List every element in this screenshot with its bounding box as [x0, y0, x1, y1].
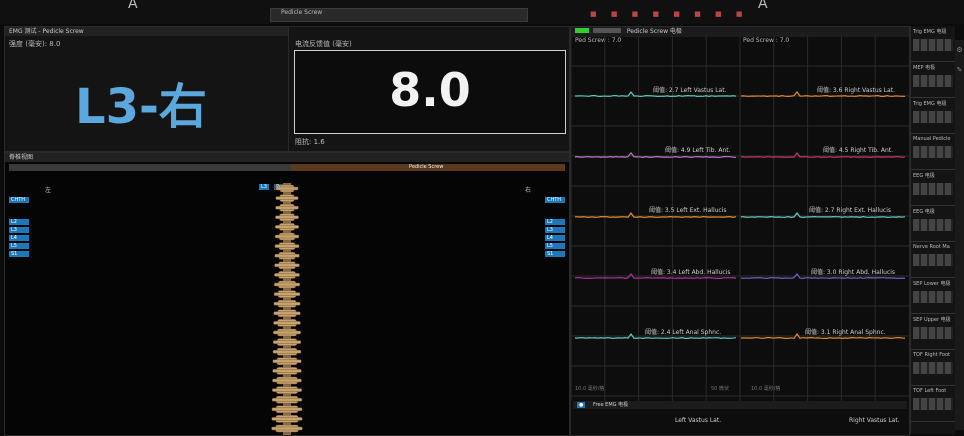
- free-left-label: Left Vastus Lat.: [675, 417, 721, 424]
- right-level-button[interactable]: L3: [545, 227, 565, 233]
- side-item-label: MEP 电极: [913, 64, 953, 71]
- side-item-label: Trig EMG 电极: [913, 28, 953, 35]
- emg-panel: EMG 测试 - Pedicle Screw 强度 (毫安): 8.0 L3-右: [4, 26, 290, 152]
- side-item-label: Trig EMG 电极: [913, 100, 953, 107]
- side-item[interactable]: Manual Pedicle: [911, 134, 955, 170]
- status-icon: [575, 28, 589, 33]
- spine-subbar: Pedicle Screw: [9, 164, 565, 171]
- side-item[interactable]: TOF Left Foot: [911, 386, 955, 422]
- stim-title: 电流反馈值 (毫安): [295, 39, 352, 49]
- side-item-label: SEP Lower 电极: [913, 280, 953, 287]
- stim-value: 8.0: [295, 63, 565, 117]
- side-item-label: TOF Right Foot: [913, 352, 953, 358]
- side-item[interactable]: Nerve Root Ma: [911, 242, 955, 278]
- spine-panel: 脊椎视图 Pedicle Screw L3 Pedi 左 右 CHTH L2 L…: [4, 152, 570, 436]
- center-tab[interactable]: Pedicle Screw: [270, 8, 528, 22]
- left-side-label: 左: [45, 185, 51, 194]
- trace-label-right: 阈值: 4.5 Right Tib. Ant.: [823, 145, 893, 154]
- big-level: L3-右: [75, 67, 207, 137]
- side-item[interactable]: MEP 电极: [911, 62, 955, 98]
- tab-left[interactable]: A: [128, 0, 138, 12]
- trace-label-left: 阈值: 4.9 Left Tib. Ant.: [665, 145, 731, 154]
- right-level-button[interactable]: L2: [545, 219, 565, 225]
- center-tab-label: Pedicle Screw: [281, 9, 322, 16]
- right-level-buttons: CHTH L2 L3 L4 L5 S1: [545, 197, 565, 257]
- stim-footer: 阻抗: 1.6: [295, 137, 325, 147]
- right-side-label: 右: [525, 185, 531, 194]
- footer-right: 10.0 毫秒/格: [751, 385, 780, 392]
- trace-label-right: 阈值: 3.0 Right Abd. Hallucis: [811, 267, 895, 276]
- left-level-button[interactable]: L5: [9, 243, 29, 249]
- trace-label-left: 阈值: 3.4 Left Abd. Hallucis: [651, 267, 731, 276]
- stim-value-box: 8.0: [294, 50, 566, 134]
- side-item[interactable]: Trig EMG 电极: [911, 98, 955, 134]
- right-level-button[interactable]: S1: [545, 251, 565, 257]
- free-emg-header: ● Free EMG 电极: [573, 401, 907, 409]
- side-item[interactable]: SEP Lower 电极: [911, 278, 955, 314]
- left-level-button[interactable]: L3: [9, 227, 29, 233]
- left-level-button[interactable]: L2: [9, 219, 29, 225]
- emg-panel-title: EMG 测试 - Pedicle Screw: [5, 27, 289, 36]
- free-emg-title: Free EMG 电极: [593, 402, 628, 408]
- right-level-button[interactable]: L5: [545, 243, 565, 249]
- trace-label-left: 阈值: 2.7 Left Vastus Lat.: [653, 85, 726, 94]
- right-side-panel: Trig EMG 电极 MEP 电极 Trig EMG 电极 Manual Pedic…: [910, 26, 955, 434]
- spine-subtitle: Pedicle Screw: [409, 164, 443, 170]
- side-item-label: TOF Left Foot: [913, 388, 953, 394]
- trace-label-left: 阈值: 2.4 Left Anal Sphnc.: [645, 327, 721, 336]
- stim-panel: 电流反馈值 (毫安) 8.0 阻抗: 1.6: [288, 26, 570, 152]
- spine-image: [267, 183, 307, 435]
- footer-mid: 50 微伏: [711, 385, 729, 392]
- trace-panel: Pedicle Screw 电极 Ped Screw : 7.0 Ped Scr…: [570, 26, 910, 436]
- side-item[interactable]: SEP Upper 电极: [911, 314, 955, 350]
- level-label: 强度 (毫安): 8.0: [9, 39, 60, 49]
- tab-right[interactable]: A: [758, 0, 768, 12]
- right-level-button[interactable]: L4: [545, 235, 565, 241]
- side-item-label: SEP Upper 电极: [913, 316, 953, 323]
- side-item[interactable]: EEG 电极: [911, 206, 955, 242]
- wrench-icon[interactable]: ✎: [955, 60, 964, 80]
- toolbar-icons[interactable]: ■ ■ ■ ■ ■ ■ ■ ■: [590, 10, 749, 18]
- right-toolbar[interactable]: ⚙ ✎: [955, 40, 964, 430]
- side-item[interactable]: Trig EMG 电极: [911, 26, 955, 62]
- free-emg-icon[interactable]: ●: [577, 402, 585, 408]
- side-item-label: Manual Pedicle: [913, 136, 953, 142]
- side-item[interactable]: TOF Right Foot: [911, 350, 955, 386]
- trace-panel-header: Pedicle Screw 电极: [571, 27, 909, 36]
- trace-label-right: 阈值: 2.7 Right Ext. Hallucis: [809, 205, 891, 214]
- spine-panel-title: 脊椎视图: [5, 153, 569, 162]
- gear-icon[interactable]: ⚙: [955, 40, 964, 60]
- side-item-label: EEG 电极: [913, 208, 953, 215]
- left-level-buttons: CHTH L2 L3 L4 L5 S1: [9, 197, 29, 257]
- left-level-button[interactable]: S1: [9, 251, 29, 257]
- trace-label-right: 阈值: 3.1 Right Anal Sphnc.: [805, 327, 886, 336]
- free-right-label: Right Vastus Lat.: [849, 417, 900, 424]
- trace-title: Pedicle Screw 电极: [627, 28, 682, 35]
- left-level-button[interactable]: L4: [9, 235, 29, 241]
- side-item-label: Nerve Root Ma: [913, 244, 953, 250]
- side-item-label: EEG 电极: [913, 172, 953, 179]
- trace-label-left: 阈值: 3.5 Left Ext. Hallucis: [649, 205, 727, 214]
- top-bar: A A Pedicle Screw ■ ■ ■ ■ ■ ■ ■ ■: [0, 0, 964, 24]
- footer-left: 10.0 毫秒/格: [575, 385, 604, 392]
- side-item[interactable]: EEG 电极: [911, 170, 955, 206]
- trace-label-right: 阈值: 3.6 Right Vastus Lat.: [817, 85, 895, 94]
